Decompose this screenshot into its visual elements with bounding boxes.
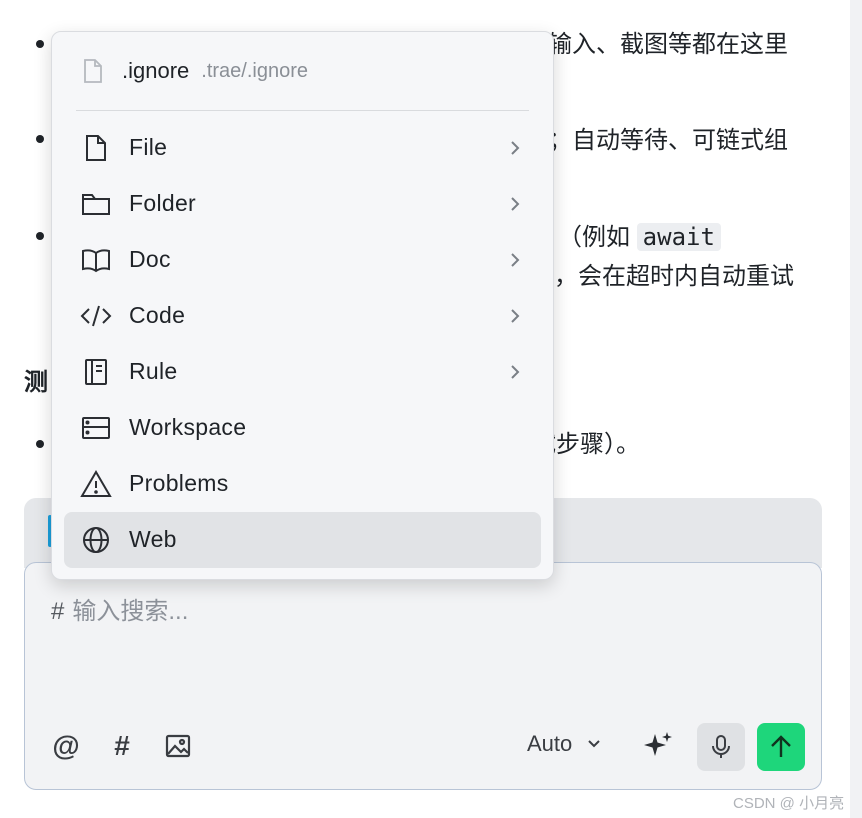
sparkle-icon [644,732,672,756]
doc-text-line: ，会在超时内自动重试 [554,263,794,290]
menu-item-label: Web [129,526,177,552]
watermark: CSDN @ 小月亮 [733,795,845,812]
book-icon [80,245,112,275]
microphone-icon [712,735,730,758]
menu-header-path: .trae/.ignore [201,59,309,82]
menu-item-folder[interactable]: Folder [64,176,541,232]
search-placeholder: 输入搜索... [72,598,189,625]
rule-icon [80,357,112,387]
code-icon [80,301,112,331]
model-select-label: Auto [527,731,573,756]
doc-text-line: ；自动等待、可链式组 [548,127,788,154]
mention-button[interactable]: @ [49,729,83,763]
model-select[interactable]: Auto [527,731,602,757]
menu-header-filename: .ignore [122,58,190,83]
scrollbar-track[interactable] [850,0,862,818]
chevron-right-icon [511,197,520,211]
file-icon [80,133,112,163]
image-button[interactable] [161,729,195,763]
sparkle-button[interactable] [641,729,675,763]
bullet [36,40,44,48]
menu-divider [76,110,529,111]
send-button[interactable] [757,723,805,771]
menu-item-label: Rule [129,358,178,384]
bullet [36,440,44,448]
file-outline-icon [84,59,102,83]
menu-item-label: Doc [129,246,171,272]
menu-item-label: Code [129,302,186,328]
menu-item-rule[interactable]: Rule [64,344,541,400]
menu-item-label: Workspace [129,414,247,440]
menu-item-problems[interactable]: Problems [64,456,541,512]
chevron-right-icon [511,309,520,323]
menu-item-code[interactable]: Code [64,288,541,344]
menu-item-label: Problems [129,470,229,496]
menu-item-label: Folder [129,190,196,216]
hash-button[interactable]: # [105,729,139,763]
doc-heading: 测 [24,369,48,396]
microphone-button[interactable] [697,723,745,771]
menu-item-doc[interactable]: Doc [64,232,541,288]
arrow-up-icon [771,735,791,757]
at-icon: @ [52,730,80,761]
menu-item-label: File [129,134,168,160]
folder-icon [80,189,112,219]
menu-header-file[interactable]: .ignore .trae/.ignore [82,58,308,84]
chat-input-box[interactable]: # 输入搜索... @ # Auto [24,562,822,790]
search-input[interactable]: # 输入搜索... [51,591,188,626]
image-icon [165,734,191,758]
bullet [36,135,44,143]
doc-text-line: 输入、截图等都在这里 [548,31,788,58]
warning-icon [80,469,112,499]
globe-icon [80,525,112,555]
hash-icon: # [114,730,130,761]
inline-code: await [636,223,721,251]
chevron-down-icon [588,740,600,748]
chevron-right-icon [511,365,520,379]
menu-item-web[interactable]: Web [64,512,541,568]
context-menu: .ignore .trae/.ignore File Folder Doc Co… [51,31,554,580]
chevron-right-icon [511,253,520,267]
doc-text-fragment: （例如 [558,224,630,251]
chevron-right-icon [511,141,520,155]
menu-item-file[interactable]: File [64,120,541,176]
hash-prefix: # [51,598,65,625]
workspace-icon [80,413,112,443]
bullet [36,232,44,240]
menu-item-workspace[interactable]: Workspace [64,400,541,456]
doc-text-line: （例如 await [558,220,721,255]
